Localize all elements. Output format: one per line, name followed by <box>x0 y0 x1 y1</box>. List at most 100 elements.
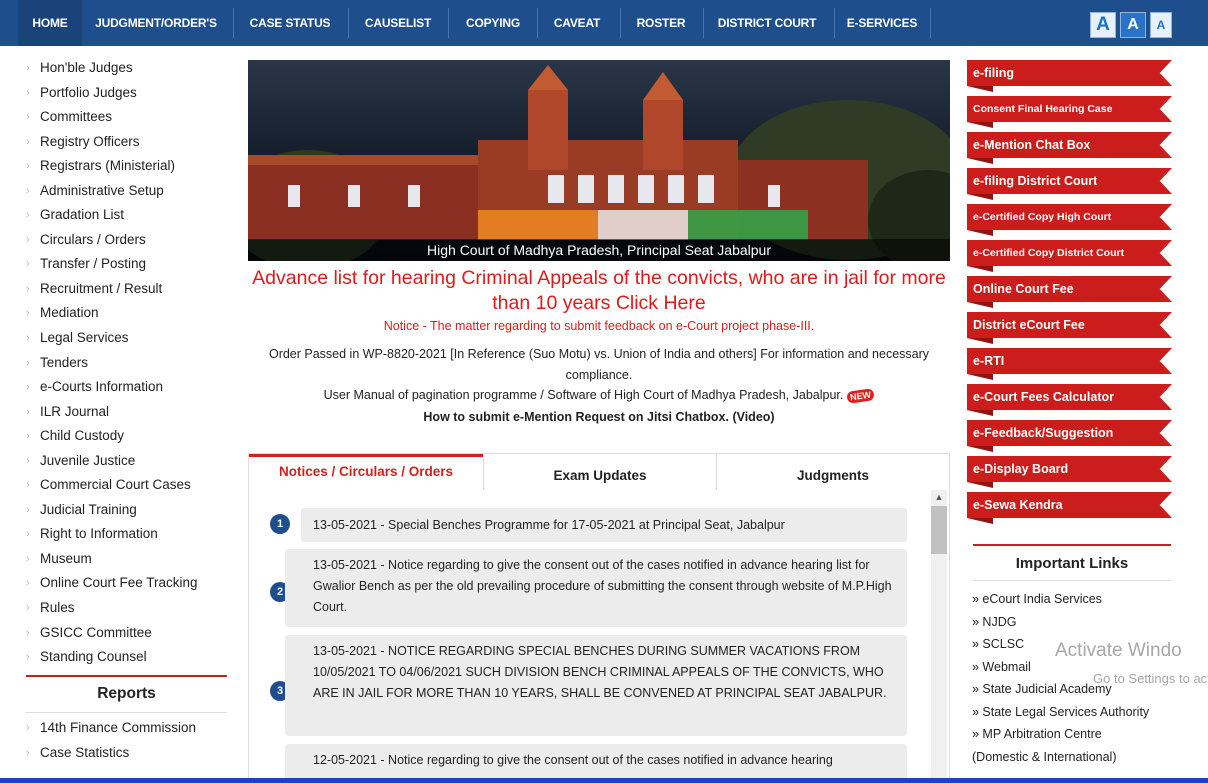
sidebar-item[interactable]: › Transfer / Posting <box>26 252 231 277</box>
arrow-bullet-icon: › <box>26 626 30 639</box>
quick-link-8[interactable]: e-RTI <box>967 348 1172 374</box>
nav-home[interactable]: HOME <box>18 0 82 46</box>
nav-roster[interactable]: ROSTER <box>626 0 696 46</box>
sidebar-item-label: Registry Officers <box>40 133 140 149</box>
arrow-bullet-icon: › <box>26 746 30 759</box>
important-link[interactable]: » State Legal Services Authority <box>972 701 1192 724</box>
sidebar-item[interactable]: › Tenders <box>26 351 231 376</box>
important-link[interactable]: » NJDG <box>972 611 1192 634</box>
arrow-bullet-icon: › <box>26 184 30 197</box>
important-link[interactable]: (Domestic & International) <box>972 746 1192 769</box>
feedback-notice-link[interactable]: Notice - The matter regarding to submit … <box>248 319 950 333</box>
sidebar-item[interactable]: › Circulars / Orders <box>26 228 231 253</box>
sidebar-item-label: Child Custody <box>40 428 125 444</box>
ribbon-fold-icon <box>967 374 993 380</box>
quick-link-6[interactable]: Online Court Fee <box>967 276 1172 302</box>
user-manual-link[interactable]: User Manual of pagination programme / So… <box>248 388 950 404</box>
sidebar-item[interactable]: › Child Custody <box>26 424 231 449</box>
quick-link-0[interactable]: e-filing <box>967 60 1172 86</box>
nav-copying[interactable]: COPYING <box>456 0 530 46</box>
quick-link-4[interactable]: e-Certified Copy High Court <box>967 204 1172 230</box>
quick-link-3[interactable]: e-filing District Court <box>967 168 1172 194</box>
sidebar-item[interactable]: › Legal Services <box>26 326 231 351</box>
ribbon-fold-icon <box>967 194 993 200</box>
ribbon-fold-icon <box>967 338 993 344</box>
nav-e-services[interactable]: E-SERVICES <box>840 0 924 46</box>
quick-link-9[interactable]: e-Court Fees Calculator <box>967 384 1172 410</box>
sidebar-item[interactable]: › Online Court Fee Tracking <box>26 571 231 596</box>
sidebar-item-label: Gradation List <box>40 207 125 223</box>
ribbon-fold-icon <box>967 482 993 488</box>
sidebar-item[interactable]: › Hon'ble Judges <box>26 56 231 81</box>
scrollbar-thumb[interactable] <box>931 506 947 554</box>
sidebar-item[interactable]: › Registrars (Ministerial) <box>26 154 231 179</box>
sidebar-item[interactable]: › GSICC Committee <box>26 621 231 646</box>
tab-judgments[interactable]: Judgments <box>717 458 949 494</box>
nav-caveat[interactable]: CAVEAT <box>542 0 612 46</box>
nav-district-court[interactable]: DISTRICT COURT <box>708 0 826 46</box>
sidebar-item[interactable]: › Portfolio Judges <box>26 81 231 106</box>
reports-item[interactable]: › Case Statistics <box>26 741 231 766</box>
arrow-bullet-icon: › <box>26 454 30 467</box>
sidebar-item-label: Legal Services <box>40 330 129 346</box>
sidebar-item[interactable]: › Right to Information <box>26 522 231 547</box>
sidebar-item[interactable]: › ILR Journal <box>26 400 231 425</box>
important-link[interactable]: » eCourt India Services <box>972 588 1192 611</box>
news-item[interactable]: 13-05-2021 - Notice regarding to give th… <box>285 549 907 627</box>
arrow-bullet-icon: › <box>26 282 30 295</box>
sidebar-item[interactable]: › Gradation List <box>26 203 231 228</box>
quick-link-5[interactable]: e-Certified Copy District Court <box>967 240 1172 266</box>
quick-link-1[interactable]: Consent Final Hearing Case <box>967 96 1172 122</box>
sidebar-item[interactable]: › Museum <box>26 547 231 572</box>
news-item[interactable]: 13-05-2021 - NOTICE REGARDING SPECIAL BE… <box>285 635 907 736</box>
sidebar-item[interactable]: › Mediation <box>26 301 231 326</box>
arrow-bullet-icon: › <box>26 602 30 615</box>
font-increase-button[interactable]: A <box>1090 12 1116 38</box>
ribbon-fold-icon <box>967 266 993 272</box>
sidebar-item[interactable]: › Registry Officers <box>26 130 231 155</box>
jitsi-video-link[interactable]: How to submit e-Mention Request on Jitsi… <box>248 410 950 424</box>
news-number-badge: 1 <box>270 514 290 534</box>
arrow-bullet-icon: › <box>26 86 30 99</box>
sidebar-item-label: Commercial Court Cases <box>40 477 191 493</box>
sidebar-item[interactable]: › Juvenile Justice <box>26 449 231 474</box>
sidebar-item[interactable]: › Administrative Setup <box>26 179 231 204</box>
sidebar-item[interactable]: › Commercial Court Cases <box>26 473 231 498</box>
sidebar-item[interactable]: › Rules <box>26 596 231 621</box>
quick-link-11[interactable]: e-Display Board <box>967 456 1172 482</box>
arrow-bullet-icon: › <box>26 135 30 148</box>
quick-link-2[interactable]: e-Mention Chat Box <box>967 132 1172 158</box>
tab-exam-updates[interactable]: Exam Updates <box>484 458 716 494</box>
important-link[interactable]: » MP Arbitration Centre <box>972 723 1192 746</box>
nav-judgment-orders[interactable]: JUDGMENT/ORDER'S <box>88 0 224 46</box>
banner-caption: High Court of Madhya Pradesh, Principal … <box>248 239 950 261</box>
nav-case-status[interactable]: CASE STATUS <box>240 0 340 46</box>
font-decrease-button[interactable]: A <box>1150 12 1172 38</box>
font-normal-button[interactable]: A <box>1120 12 1146 38</box>
arrow-bullet-icon: › <box>26 430 30 443</box>
sidebar-item-label: e-Courts Information <box>40 379 164 395</box>
arrow-bullet-icon: › <box>26 111 30 124</box>
arrow-bullet-icon: › <box>26 577 30 590</box>
tab-notices[interactable]: Notices / Circulars / Orders <box>249 454 483 490</box>
sidebar-item-label: Registrars (Ministerial) <box>40 158 176 174</box>
quick-link-7[interactable]: District eCourt Fee <box>967 312 1172 338</box>
top-navigation: HOME JUDGMENT/ORDER'S CASE STATUS CAUSEL… <box>0 0 1208 46</box>
news-item[interactable]: 13-05-2021 - Special Benches Programme f… <box>301 508 907 542</box>
taskbar-edge <box>0 778 1208 783</box>
nav-causelist[interactable]: CAUSELIST <box>356 0 440 46</box>
quick-link-10[interactable]: e-Feedback/Suggestion <box>967 420 1172 446</box>
font-size-controls: A A A <box>1090 12 1198 38</box>
arrow-bullet-icon: › <box>26 722 30 734</box>
sidebar-item[interactable]: › e-Courts Information <box>26 375 231 400</box>
order-link[interactable]: Order Passed in WP-8820-2021 [In Referen… <box>248 344 950 386</box>
advance-list-link[interactable]: Advance list for hearing Criminal Appeal… <box>248 266 950 316</box>
sidebar-item-label: Mediation <box>40 305 99 321</box>
quick-link-12[interactable]: e-Sewa Kendra <box>967 492 1172 518</box>
reports-item[interactable]: › 14th Finance Commission <box>26 716 231 741</box>
scroll-up-icon[interactable]: ▲ <box>931 490 947 504</box>
sidebar-item[interactable]: › Committees <box>26 105 231 130</box>
sidebar-item[interactable]: › Standing Counsel <box>26 645 231 670</box>
sidebar-item[interactable]: › Recruitment / Result <box>26 277 231 302</box>
sidebar-item[interactable]: › Judicial Training <box>26 498 231 523</box>
